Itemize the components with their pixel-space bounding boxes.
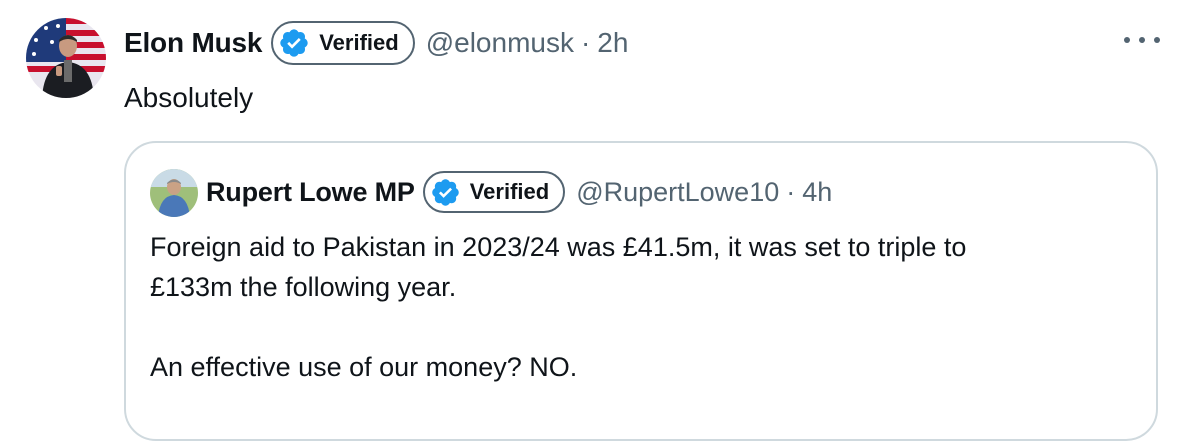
quoted-verified-badge[interactable]: Verified	[422, 171, 566, 213]
separator-dot: ·	[786, 176, 796, 207]
quoted-timestamp[interactable]: 4h	[802, 177, 832, 208]
tweet-header: Elon Musk Verified @elonmusk · 2h	[124, 18, 628, 68]
verified-check-icon	[430, 177, 461, 208]
quoted-verified-label: Verified	[469, 179, 550, 204]
quoted-tweet-card[interactable]: Rupert Lowe MP Verified @RupertLowe10 · …	[124, 141, 1158, 441]
author-avatar[interactable]	[26, 18, 106, 98]
more-options-icon[interactable]	[1124, 28, 1160, 52]
author-handle[interactable]: @elonmusk	[426, 27, 574, 59]
more-dot	[1124, 37, 1130, 43]
more-dot	[1154, 37, 1160, 43]
tweet-text: Absolutely	[124, 82, 254, 113]
quoted-author-handle[interactable]: @RupertLowe10	[576, 177, 779, 208]
verified-label: Verified	[319, 30, 399, 55]
author-display-name[interactable]: Elon Musk	[124, 27, 262, 59]
quoted-author-avatar[interactable]	[150, 169, 198, 217]
quoted-tweet-header: Rupert Lowe MP Verified @RupertLowe10 · …	[206, 168, 832, 216]
verified-badge[interactable]: Verified	[271, 21, 415, 65]
separator-dot: ·	[580, 27, 591, 58]
quoted-author-display-name[interactable]: Rupert Lowe MP	[206, 177, 415, 208]
more-dot	[1139, 37, 1145, 43]
verified-check-icon	[278, 27, 310, 59]
timestamp[interactable]: 2h	[597, 27, 628, 59]
quoted-tweet-text: Foreign aid to Pakistan in 2023/24 was £…	[150, 232, 967, 382]
